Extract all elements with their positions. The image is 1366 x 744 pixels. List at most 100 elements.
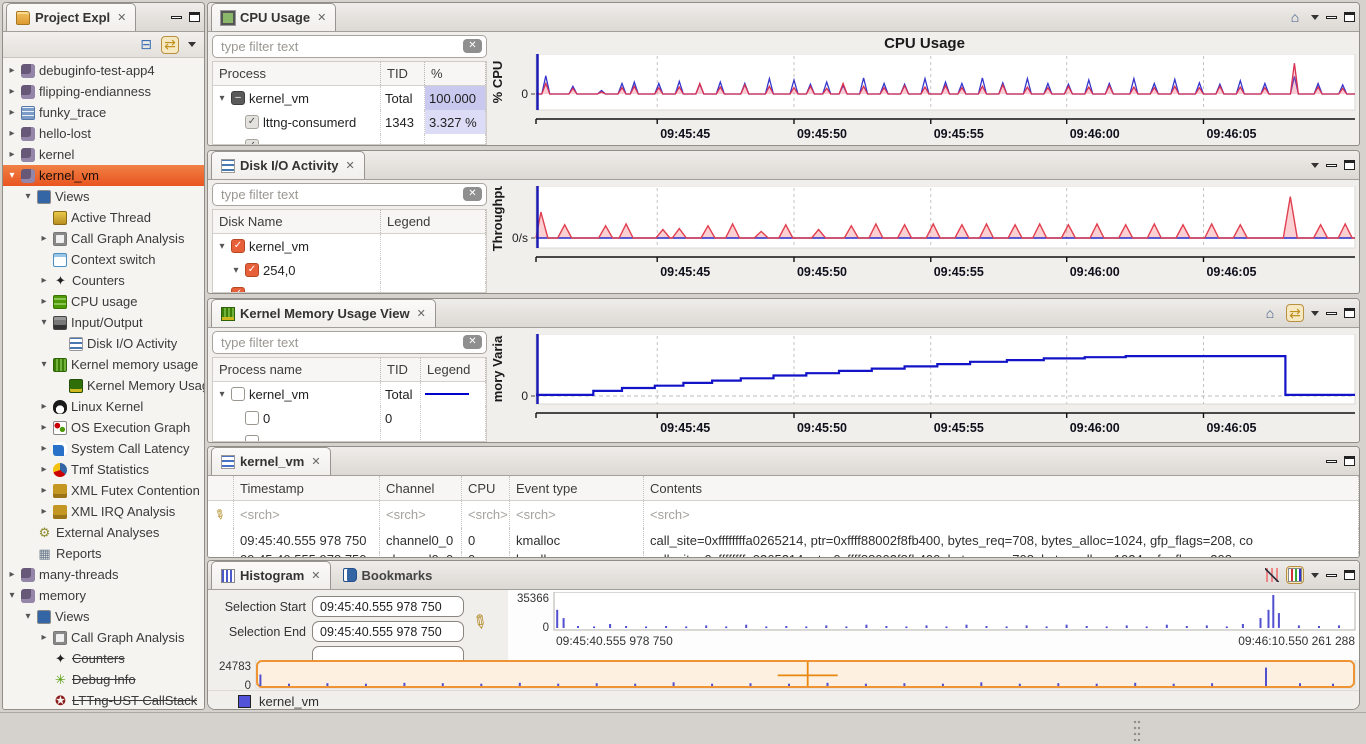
tree-item-counters[interactable]: ▸✦Counters: [3, 270, 204, 291]
tree-expander-icon[interactable]: ▸: [39, 233, 49, 244]
tree-item-kernel[interactable]: ▸kernel: [3, 144, 204, 165]
status-grip[interactable]: [1133, 719, 1141, 741]
checkbox-empty[interactable]: [231, 387, 245, 401]
selection-histogram-chart[interactable]: 35366009:45:40.555 978 75009:46:10.550 2…: [508, 592, 1359, 651]
close-icon[interactable]: ✕: [117, 11, 126, 24]
checkbox-orange[interactable]: ✓: [231, 239, 245, 253]
checkbox-graycheck[interactable]: ✓: [245, 139, 259, 145]
tree-expander-icon[interactable]: ▾: [7, 590, 17, 601]
activate-trace-coloring-icon[interactable]: [1286, 566, 1304, 584]
tree-item-xml-futex-contention[interactable]: ▸XML Futex Contention: [3, 480, 204, 501]
tree-item-external-analyses[interactable]: ⚙External Analyses: [3, 522, 204, 543]
tree-expander-icon[interactable]: ▸: [7, 65, 17, 76]
tree-expander-icon[interactable]: ▸: [39, 443, 49, 454]
tree-item-kernel-memory-usage[interactable]: ▾Kernel memory usage: [3, 354, 204, 375]
tree-item-input-output[interactable]: ▾Input/Output: [3, 312, 204, 333]
tree-expander-icon[interactable]: ▸: [39, 275, 49, 286]
column-header-disk-name[interactable]: Disk Name: [213, 210, 381, 233]
close-icon[interactable]: ✕: [346, 159, 355, 172]
search-cell[interactable]: <srch>: [510, 501, 644, 528]
hide-lost-events-icon[interactable]: [1265, 568, 1279, 582]
row-expander-icon[interactable]: ▾: [217, 389, 227, 400]
tab-bookmarks[interactable]: Bookmarks: [334, 561, 442, 589]
column-header-legend[interactable]: Legend: [381, 210, 486, 233]
column-header-contents[interactable]: Contents: [644, 476, 1359, 500]
tab-disk-io[interactable]: Disk I/O Activity ✕: [211, 151, 365, 179]
column-header-legend[interactable]: Legend: [421, 358, 486, 381]
tree-item-call-graph-analysis[interactable]: ▸Call Graph Analysis: [3, 627, 204, 648]
close-icon[interactable]: ✕: [311, 455, 320, 468]
full-range-histogram-chart[interactable]: 247830: [208, 660, 1359, 690]
minimize-icon[interactable]: [1326, 164, 1337, 167]
tab-histogram[interactable]: Histogram ✕: [211, 561, 331, 589]
disk-name-table[interactable]: Disk NameLegend▾✓kernel_vm▾✓254,0✓: [212, 209, 487, 293]
maximize-icon[interactable]: [1344, 160, 1355, 170]
maximize-icon[interactable]: [1344, 570, 1355, 580]
tree-item-linux-kernel[interactable]: ▸Linux Kernel: [3, 396, 204, 417]
view-menu-icon[interactable]: [1311, 311, 1319, 316]
tree-item-lttng-ust-callstack[interactable]: ✪LTTng-UST CallStack: [3, 690, 204, 710]
checkbox-tristate[interactable]: –: [231, 91, 245, 105]
tree-item-funky-trace[interactable]: ▸funky_trace: [3, 102, 204, 123]
tree-item-call-graph-analysis[interactable]: ▸Call Graph Analysis: [3, 228, 204, 249]
selection-start-input[interactable]: [312, 596, 464, 617]
table-row[interactable]: ✓: [213, 282, 486, 293]
row-expander-icon[interactable]: ▾: [231, 265, 241, 276]
close-icon[interactable]: ✕: [317, 11, 326, 24]
tree-expander-icon[interactable]: ▸: [39, 464, 49, 475]
align-views-icon[interactable]: ⇄: [1286, 304, 1304, 322]
clear-filter-icon[interactable]: ✕: [463, 187, 482, 201]
column-header-channel[interactable]: Channel: [380, 476, 462, 500]
tree-expander-icon[interactable]: ▸: [7, 86, 17, 97]
search-cell[interactable]: <srch>: [380, 501, 462, 528]
tree-item-kernel-memory-usage[interactable]: Kernel Memory Usage: [3, 375, 204, 396]
filter-input[interactable]: [212, 331, 487, 354]
tree-expander-icon[interactable]: ▸: [7, 128, 17, 139]
table-row[interactable]: ▾kernel_vmTotal: [213, 382, 486, 406]
collapse-all-icon[interactable]: ⊟: [140, 36, 152, 53]
events-search-row[interactable]: ✎<srch><srch><srch><srch><srch>: [208, 501, 1359, 528]
column-header-tid[interactable]: TID: [381, 358, 421, 381]
tree-item-disk-i-o-activity[interactable]: Disk I/O Activity: [3, 333, 204, 354]
tree-expander-icon[interactable]: ▾: [23, 191, 33, 202]
column-header-tid[interactable]: TID: [381, 62, 425, 85]
tree-item-many-threads[interactable]: ▸many-threads: [3, 564, 204, 585]
column-header-process[interactable]: Process: [213, 62, 381, 85]
events-table[interactable]: TimestampChannelCPUEvent typeContents✎<s…: [208, 476, 1359, 558]
tree-item-views[interactable]: ▾Views: [3, 606, 204, 627]
minimize-icon[interactable]: [1326, 460, 1337, 463]
kernel-memory-chart[interactable]: mory Varia009:45:4509:45:5009:45:5509:46…: [490, 334, 1359, 441]
home-icon[interactable]: ⌂: [1261, 304, 1279, 322]
filter-input[interactable]: [212, 35, 487, 58]
home-icon[interactable]: ⌂: [1286, 8, 1304, 26]
column-header-timestamp[interactable]: Timestamp: [234, 476, 380, 500]
checkbox-orange[interactable]: ✓: [231, 287, 245, 293]
filter-input[interactable]: [212, 183, 487, 206]
column-header-cpu[interactable]: CPU: [462, 476, 510, 500]
search-cell[interactable]: <srch>: [462, 501, 510, 528]
table-row[interactable]: ▾–kernel_vmTotal100.000: [213, 86, 486, 110]
view-menu-icon[interactable]: [1311, 573, 1319, 578]
minimize-icon[interactable]: [1326, 16, 1337, 19]
tree-item-counters[interactable]: ✦Counters: [3, 648, 204, 669]
column-header-event-type[interactable]: Event type: [510, 476, 644, 500]
tab-kernel-memory[interactable]: Kernel Memory Usage View ✕: [211, 299, 436, 327]
maximize-icon[interactable]: [189, 12, 200, 22]
maximize-icon[interactable]: [1344, 12, 1355, 22]
search-cell[interactable]: <srch>: [644, 501, 1359, 528]
minimize-icon[interactable]: [1326, 574, 1337, 577]
maximize-icon[interactable]: [1344, 308, 1355, 318]
view-menu-icon[interactable]: [188, 42, 196, 47]
memory-process-table[interactable]: Process nameTIDLegend▾kernel_vmTotal00: [212, 357, 487, 442]
tree-expander-icon[interactable]: ▸: [39, 485, 49, 496]
window-span-input[interactable]: [312, 646, 464, 660]
checkbox-graycheck[interactable]: ✓: [245, 115, 259, 129]
column-header-process-name[interactable]: Process name: [213, 358, 381, 381]
tree-item-kernel-vm[interactable]: ▾kernel_vm: [3, 165, 204, 186]
tree-expander-icon[interactable]: ▸: [7, 149, 17, 160]
tree-item-debuginfo-test-app4[interactable]: ▸debuginfo-test-app4: [3, 60, 204, 81]
tree-expander-icon[interactable]: ▸: [7, 107, 17, 118]
cpu-process-table[interactable]: ProcessTID%▾–kernel_vmTotal100.000✓lttng…: [212, 61, 487, 145]
tree-expander-icon[interactable]: ▸: [39, 296, 49, 307]
row-expander-icon[interactable]: ▾: [217, 93, 227, 104]
